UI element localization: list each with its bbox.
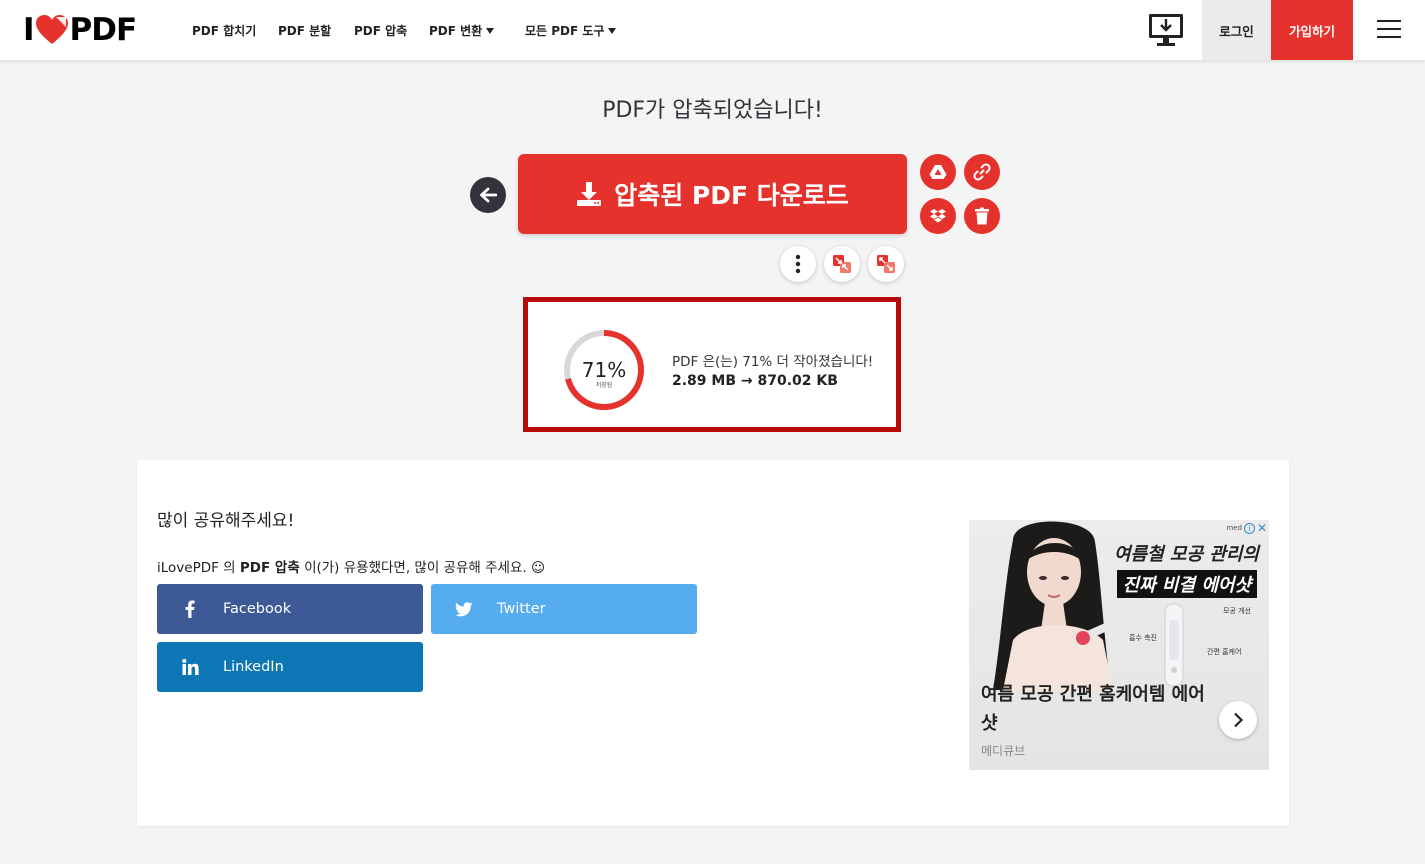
linkedin-icon <box>157 659 223 675</box>
nav-label: PDF 분할 <box>278 24 332 38</box>
share-twitter-button[interactable]: Twitter <box>431 584 697 634</box>
link-icon <box>973 163 991 181</box>
login-button[interactable]: 로그인 <box>1202 0 1271 60</box>
ad-badge-text: med <box>1226 524 1242 532</box>
share-facebook-button[interactable]: Facebook <box>157 584 423 634</box>
caret-down-icon <box>486 27 495 34</box>
hamburger-menu-icon[interactable] <box>1377 20 1401 40</box>
nav-label: PDF 합치기 <box>192 24 257 38</box>
arrow-left-icon <box>480 187 497 203</box>
more-options-button[interactable] <box>780 246 816 282</box>
heart-icon <box>35 15 68 44</box>
delete-button[interactable] <box>964 198 1000 234</box>
back-button[interactable] <box>470 177 506 213</box>
file-size-change: 2.89 MB → 870.02 KB <box>672 373 838 389</box>
signup-button[interactable]: 가입하기 <box>1271 0 1353 60</box>
ad-label-2: 흡수 촉진 <box>1129 634 1157 642</box>
facebook-label: Facebook <box>223 601 292 617</box>
ad-choices-badge[interactable]: med i ✕ <box>1226 521 1267 535</box>
nav-all-tools[interactable]: 모든 PDF 도구 <box>525 22 617 39</box>
google-drive-icon <box>929 165 947 179</box>
ad-title: 여름 모공 간편 홈케어템 에어샷 <box>981 684 1205 734</box>
share-title: 많이 공유해주세요! <box>157 511 295 531</box>
compression-stats-panel: 71% 저장됨 PDF 은(는) 71% 더 작아졌습니다! 2.89 MB →… <box>523 297 901 432</box>
linkedin-label: LinkedIn <box>223 659 284 675</box>
save-to-dropbox-button[interactable] <box>920 198 956 234</box>
ad-headline-2b: 에어샷 <box>1201 575 1251 596</box>
download-label: 압축된 PDF 다운로드 <box>614 181 849 210</box>
ad-headline-2a: 진짜 비결 <box>1122 575 1202 596</box>
share-linkedin-button[interactable]: LinkedIn <box>157 642 423 692</box>
download-icon <box>577 182 602 206</box>
size-after: 870.02 KB <box>757 373 838 389</box>
trash-icon <box>975 207 989 225</box>
arrow-right-icon: → <box>740 373 753 389</box>
download-compressed-button[interactable]: 압축된 PDF 다운로드 <box>518 154 907 234</box>
continue-tool-button[interactable] <box>868 246 904 282</box>
top-navbar: I PDF PDF 합치기 PDF 분할 PDF 압축 PDF 변환 모든 PD… <box>0 0 1425 60</box>
nav-label: PDF 변환 <box>429 24 483 38</box>
save-to-google-drive-button[interactable] <box>920 154 956 190</box>
savings-percent: 71% <box>581 358 627 382</box>
logo-letter-i: I <box>23 12 35 48</box>
ad-headline-1: 여름철 모공 관리의 <box>1113 544 1259 565</box>
advertisement[interactable]: med i ✕ 여름철 모공 관리의 진짜 비결 에어샷 모공 개선 흡수 촉진… <box>969 520 1269 770</box>
info-icon: i <box>1243 522 1255 534</box>
nav-merge-pdf[interactable]: PDF 합치기 <box>192 22 256 39</box>
desktop-download-icon[interactable] <box>1148 13 1184 47</box>
ad-next-button[interactable] <box>1219 701 1257 739</box>
ad-device-image <box>1164 603 1184 687</box>
nav-split-pdf[interactable]: PDF 분할 <box>278 22 331 39</box>
nav-label: PDF 압축 <box>354 24 408 38</box>
share-desc-prefix: iLovePDF 의 <box>157 560 240 576</box>
ad-headline-2: 진짜 비결 에어샷 <box>1116 570 1257 598</box>
compress-again-button[interactable] <box>824 246 860 282</box>
caret-down-icon <box>608 27 617 34</box>
nav-compress-pdf[interactable]: PDF 압축 <box>354 22 407 39</box>
page-title: PDF가 압축되었습니다! <box>602 98 823 123</box>
savings-summary: PDF 은(는) 71% 더 작아졌습니다! <box>672 354 874 370</box>
dropbox-icon <box>930 209 946 223</box>
ilovepdf-logo[interactable]: I PDF <box>23 12 138 48</box>
ad-model-photo <box>993 521 1127 690</box>
compress-icon <box>833 255 851 273</box>
share-card: 많이 공유해주세요! iLovePDF 의 PDF 압축 이(가) 유용했다면,… <box>137 460 1289 826</box>
expand-icon <box>877 255 895 273</box>
size-before: 2.89 MB <box>672 373 737 389</box>
nav-label: 모든 PDF 도구 <box>525 24 605 38</box>
close-icon: ✕ <box>1256 521 1267 535</box>
share-desc-tool: PDF 압축 <box>239 560 300 576</box>
share-link-button[interactable] <box>964 154 1000 190</box>
share-description: iLovePDF 의 PDF 압축 이(가) 유용했다면, 많이 공유해 주세요… <box>157 556 545 576</box>
nav-convert-pdf[interactable]: PDF 변환 <box>429 22 495 39</box>
share-desc-suffix: 이(가) 유용했다면, 많이 공유해 주세요. ☺ <box>299 560 546 576</box>
facebook-icon <box>157 600 223 618</box>
ad-advertiser: 메디큐브 <box>981 744 1026 758</box>
logo-text-pdf: PDF <box>69 12 138 48</box>
twitter-label: Twitter <box>497 601 546 617</box>
twitter-icon <box>431 601 497 617</box>
ad-label-3: 간편 홈케어 <box>1207 648 1242 656</box>
chevron-right-icon <box>1234 712 1244 728</box>
savings-caption: 저장됨 <box>595 382 613 389</box>
ad-label-1: 모공 개선 <box>1223 607 1251 615</box>
more-vertical-icon <box>795 254 801 274</box>
